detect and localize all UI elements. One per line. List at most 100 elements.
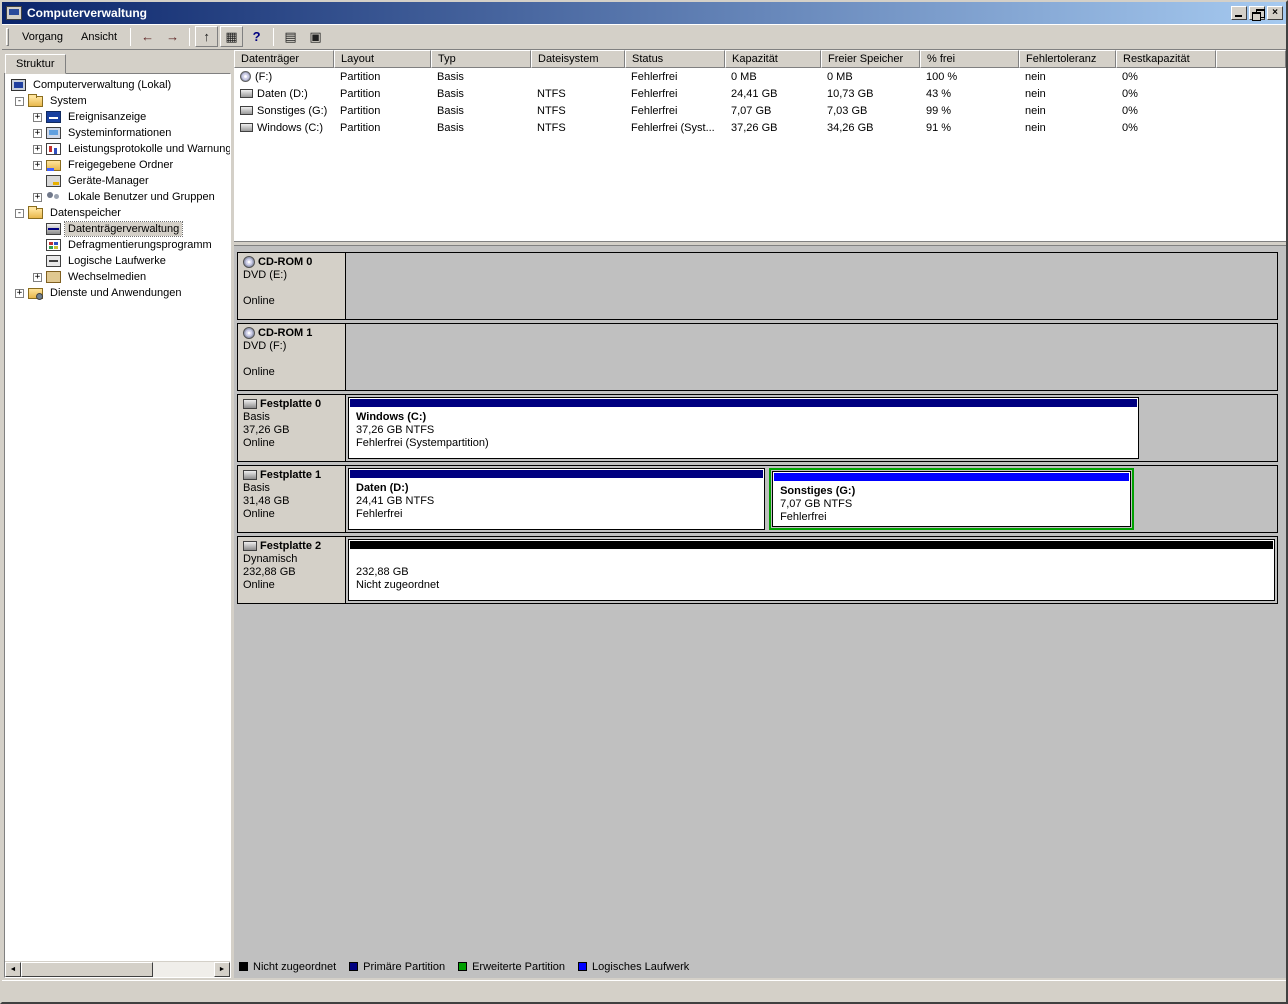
disk-row-festplatte-1[interactable]: Festplatte 1 Basis 31,48 GB Online Daten… — [237, 465, 1278, 533]
scroll-right-icon[interactable]: ► — [214, 962, 230, 977]
toolbar-grip[interactable] — [6, 27, 9, 46]
cd-drive-icon — [240, 71, 251, 82]
column-header-layout[interactable]: Layout — [334, 50, 431, 68]
disk-header[interactable]: Festplatte 2 Dynamisch 232,88 GB Online — [238, 537, 346, 603]
column-header-datentraeger[interactable]: Datenträger — [234, 50, 334, 68]
partition-windows-c[interactable]: Windows (C:) 37,26 GB NTFS Fehlerfrei (S… — [348, 397, 1140, 459]
cell-layout: Partition — [340, 87, 381, 100]
tree-item-system[interactable]: - System — [5, 93, 230, 109]
tree-item-datenspeicher[interactable]: - Datenspeicher — [5, 205, 230, 221]
unallocated-color-swatch — [239, 962, 248, 971]
primary-partition-bar — [350, 470, 764, 478]
column-header-pct-frei[interactable]: % frei — [920, 50, 1019, 68]
horizontal-scrollbar[interactable]: ◄ ► — [5, 961, 230, 977]
tree-item-label: Datenspeicher — [50, 207, 121, 219]
disk-row-festplatte-0[interactable]: Festplatte 0 Basis 37,26 GB Online Windo… — [237, 394, 1278, 462]
cell-typ: Basis — [437, 104, 464, 117]
cell-kapazitaet: 37,26 GB — [731, 121, 778, 134]
expand-icon[interactable]: + — [33, 272, 42, 282]
unallocated-bar — [350, 541, 1273, 549]
volume-row-windows-c[interactable]: Windows (C:) Partition Basis NTFS Fehler… — [234, 119, 1286, 136]
restore-button[interactable] — [1249, 6, 1265, 21]
expand-icon[interactable]: + — [33, 112, 42, 122]
tree-item-wechselmedien[interactable]: + Wechselmedien — [5, 269, 230, 285]
tab-struktur[interactable]: Struktur — [5, 54, 66, 74]
column-header-kapazitaet[interactable]: Kapazität — [725, 50, 821, 68]
collapse-icon[interactable]: - — [15, 96, 24, 106]
properties-icon[interactable]: ▤ — [279, 26, 302, 47]
help-icon[interactable]: ? — [245, 26, 268, 47]
tree-item-lokale-benutzer[interactable]: + Lokale Benutzer und Gruppen — [5, 189, 230, 205]
tree-item-logische-laufwerke[interactable]: Logische Laufwerke — [5, 253, 230, 269]
hard-disk-icon — [243, 541, 257, 551]
column-header-typ[interactable]: Typ — [431, 50, 531, 68]
minimize-button[interactable] — [1231, 6, 1247, 20]
expand-icon[interactable]: + — [33, 192, 42, 202]
column-header-restkapazitaet[interactable]: Restkapazität — [1116, 50, 1216, 68]
expand-icon[interactable]: + — [15, 288, 24, 298]
tree-item-defragmentierung[interactable]: Defragmentierungsprogramm — [5, 237, 230, 253]
volume-row-f[interactable]: (F:) Partition Basis Fehlerfrei 0 MB 0 M… — [234, 68, 1286, 85]
cell-fehlertoleranz: nein — [1025, 121, 1046, 134]
expand-icon[interactable]: + — [33, 128, 42, 138]
tree-item-ereignisanzeige[interactable]: + Ereignisanzeige — [5, 109, 230, 125]
disk-row-festplatte-2[interactable]: Festplatte 2 Dynamisch 232,88 GB Online … — [237, 536, 1278, 604]
up-level-icon[interactable]: ↑ — [195, 26, 219, 47]
tree-item-freigegebene-ordner[interactable]: + Freigegebene Ordner — [5, 157, 230, 173]
tree-item-systeminformationen[interactable]: + Systeminformationen — [5, 125, 230, 141]
partition-unallocated[interactable]: 232,88 GB Nicht zugeordnet — [348, 539, 1275, 601]
tree-item-computerverwaltung[interactable]: Computerverwaltung (Lokal) — [5, 77, 230, 93]
partition-sonstiges-g[interactable]: Sonstiges (G:) 7,07 GB NTFS Fehlerfrei — [772, 471, 1132, 527]
partition-daten-d[interactable]: Daten (D:) 24,41 GB NTFS Fehlerfrei — [348, 468, 766, 530]
disk-info-line — [243, 353, 340, 366]
computer-management-icon — [11, 79, 26, 91]
disk-info-line: Online — [243, 295, 275, 307]
volume-row-daten-d[interactable]: Daten (D:) Partition Basis NTFS Fehlerfr… — [234, 85, 1286, 102]
scrollbar-thumb[interactable] — [21, 962, 153, 977]
column-header-freier-speicher[interactable]: Freier Speicher — [821, 50, 920, 68]
tree-item-leistungsprotokolle[interactable]: + Leistungsprotokolle und Warnung — [5, 141, 230, 157]
expand-icon[interactable]: + — [33, 160, 42, 170]
show-console-tree-icon[interactable]: ▦ — [220, 26, 244, 47]
tree-item-datentraegerverwaltung[interactable]: Datenträgerverwaltung — [5, 221, 230, 237]
disk-row-cdrom-0[interactable]: CD-ROM 0 DVD (E:) Online — [237, 252, 1278, 320]
disk-info-line: Online — [243, 508, 275, 520]
primary-partition-bar — [350, 399, 1138, 407]
column-header-status[interactable]: Status — [625, 50, 725, 68]
tree-item-dienste-anwendungen[interactable]: + Dienste und Anwendungen — [5, 285, 230, 301]
partition-title: Daten (D:) — [356, 482, 409, 494]
tree-item-geraete-manager[interactable]: Geräte-Manager — [5, 173, 230, 189]
back-icon[interactable]: ← — [136, 26, 159, 47]
volume-row-sonstiges-g[interactable]: Sonstiges (G:) Partition Basis NTFS Fehl… — [234, 102, 1286, 119]
column-header-fehlertoleranz[interactable]: Fehlertoleranz — [1019, 50, 1116, 68]
status-bar — [2, 980, 1286, 1002]
disk-header[interactable]: CD-ROM 0 DVD (E:) Online — [238, 253, 346, 319]
cell-pct-frei: 100 % — [926, 70, 958, 83]
scrollbar-track[interactable] — [21, 962, 214, 977]
volumes-table: Datenträger Layout Typ Dateisystem Statu… — [234, 50, 1286, 241]
column-header-dateisystem[interactable]: Dateisystem — [531, 50, 625, 68]
console-tree: Computerverwaltung (Lokal) - System + Er… — [5, 74, 230, 961]
forward-icon[interactable]: → — [161, 26, 184, 47]
tree-item-label: Systeminformationen — [68, 127, 172, 139]
disk-header[interactable]: Festplatte 0 Basis 37,26 GB Online — [238, 395, 346, 461]
disk-view-icon[interactable]: ▣ — [304, 26, 327, 47]
cell-filler — [1216, 68, 1286, 85]
defragmenter-icon — [46, 239, 61, 251]
close-button[interactable]: × — [1267, 6, 1283, 20]
cell-layout: Partition — [340, 104, 381, 117]
cell-restkapazitaet: 0% — [1122, 104, 1138, 117]
disk-header[interactable]: CD-ROM 1 DVD (F:) Online — [238, 324, 346, 390]
collapse-icon[interactable]: - — [15, 208, 24, 218]
scroll-left-icon[interactable]: ◄ — [5, 962, 21, 977]
window-title: Computerverwaltung — [27, 6, 148, 20]
disk-management-panel: Datenträger Layout Typ Dateisystem Statu… — [234, 50, 1286, 980]
disk-header[interactable]: Festplatte 1 Basis 31,48 GB Online — [238, 466, 346, 532]
expand-icon[interactable]: + — [33, 144, 42, 154]
disk-row-cdrom-1[interactable]: CD-ROM 1 DVD (F:) Online — [237, 323, 1278, 391]
titlebar[interactable]: Computerverwaltung × — [2, 2, 1286, 24]
tab-row: Struktur — [4, 52, 231, 74]
menu-vorgang[interactable]: Vorgang — [13, 28, 72, 46]
menu-ansicht[interactable]: Ansicht — [72, 28, 126, 46]
